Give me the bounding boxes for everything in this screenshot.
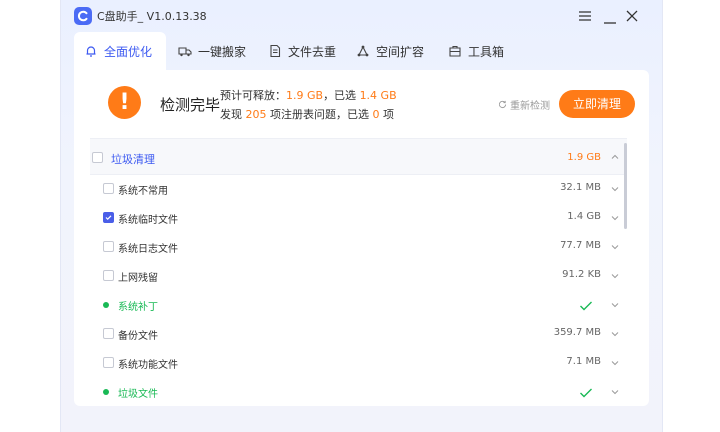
chevron-down-icon[interactable] xyxy=(611,272,619,280)
tab-label: 空间扩容 xyxy=(376,44,425,59)
item-checkbox[interactable] xyxy=(103,241,114,252)
scrollbar-thumb[interactable] xyxy=(624,143,627,229)
close-button[interactable] xyxy=(623,7,641,25)
chevron-down-icon[interactable] xyxy=(611,359,619,367)
item-checkbox[interactable] xyxy=(103,212,114,223)
tab-label: 一键搬家 xyxy=(198,44,247,59)
minimize-button[interactable] xyxy=(601,7,619,25)
rescan-button[interactable]: 重新检测 xyxy=(498,97,550,112)
registry-selected-count: 0 xyxy=(372,108,380,121)
list-item[interactable]: 上网残留 91.2 KB xyxy=(90,261,627,290)
release-summary: 预计可释放：1.9 GB，已选 1.4 GB xyxy=(220,89,397,102)
list-item[interactable]: 备份文件 359.7 MB xyxy=(90,319,627,348)
tab-one-click-move[interactable]: 一键搬家 xyxy=(168,32,258,70)
list-item[interactable]: 垃圾文件 xyxy=(90,377,627,406)
tab-bar: 全面优化 一键搬家 文件去重 空间扩容 工具箱 xyxy=(74,32,649,70)
menu-button[interactable] xyxy=(576,7,594,25)
tab-label: 文件去重 xyxy=(288,44,337,59)
main-panel: ! 检测完毕 预计可释放：1.9 GB，已选 1.4 GB 发现 205 项注册… xyxy=(74,70,649,406)
chevron-up-icon[interactable] xyxy=(611,153,619,161)
release-size: 1.9 GB xyxy=(286,89,324,102)
app-title: C盘助手_ V1.0.13.38 xyxy=(97,10,207,23)
menu-icon xyxy=(579,11,591,21)
warning-icon: ! xyxy=(108,86,141,119)
chevron-down-icon[interactable] xyxy=(611,301,619,309)
rescan-label: 重新检测 xyxy=(510,101,550,112)
chevron-down-icon[interactable] xyxy=(611,388,619,396)
item-checkbox[interactable] xyxy=(103,270,114,281)
item-label: 上网残留 xyxy=(118,273,158,284)
status-dot xyxy=(103,302,109,308)
checkmark-icon xyxy=(105,215,112,221)
item-label: 备份文件 xyxy=(118,331,158,342)
tab-toolbox[interactable]: 工具箱 xyxy=(438,32,518,70)
app-window: C盘助手_ V1.0.13.38 全面优化 一键搬家 文件去重 空间扩容 工具箱… xyxy=(60,0,663,432)
item-label: 系统补丁 xyxy=(118,302,158,313)
group-checkbox[interactable] xyxy=(92,152,103,163)
item-label: 系统临时文件 xyxy=(118,215,178,226)
group-size: 1.9 GB xyxy=(567,152,601,163)
refresh-icon xyxy=(498,100,507,109)
list-item[interactable]: 系统日志文件 77.7 MB xyxy=(90,232,627,261)
selected-size: 1.4 GB xyxy=(359,89,397,102)
bell-icon xyxy=(86,46,96,57)
list-item[interactable]: 系统补丁 xyxy=(90,290,627,319)
document-icon xyxy=(270,44,281,58)
item-label: 系统功能文件 xyxy=(118,360,178,371)
chevron-down-icon[interactable] xyxy=(611,243,619,251)
tab-label: 工具箱 xyxy=(468,44,505,59)
item-size: 1.4 GB xyxy=(567,211,601,222)
toolbox-icon xyxy=(449,45,461,57)
item-checkbox[interactable] xyxy=(103,328,114,339)
title-bar: C盘助手_ V1.0.13.38 xyxy=(61,0,662,32)
cleanup-list: 垃圾清理 1.9 GB 系统不常用 32.1 MB 系统临时文件 1.4 GB 系统日志… xyxy=(90,138,627,404)
status-dot xyxy=(103,389,109,395)
item-label: 系统不常用 xyxy=(118,186,168,197)
list-item[interactable]: 系统功能文件 7.1 MB xyxy=(90,348,627,377)
item-size: 359.7 MB xyxy=(553,327,601,338)
group-label: 垃圾清理 xyxy=(111,153,155,166)
check-icon xyxy=(579,384,593,403)
item-size: 91.2 KB xyxy=(562,269,601,280)
chevron-down-icon[interactable] xyxy=(611,330,619,338)
item-size: 7.1 MB xyxy=(566,356,601,367)
item-size: 32.1 MB xyxy=(560,182,601,193)
truck-icon xyxy=(178,47,192,57)
chevron-down-icon[interactable] xyxy=(611,214,619,222)
registry-summary: 发现 205 项注册表问题，已选 0 项 xyxy=(220,108,394,121)
list-item[interactable]: 系统不常用 32.1 MB xyxy=(90,174,627,203)
item-label: 系统日志文件 xyxy=(118,244,178,255)
registry-found-count: 205 xyxy=(245,108,267,121)
nodes-icon xyxy=(357,45,369,57)
app-logo-icon xyxy=(74,7,92,25)
chevron-down-icon[interactable] xyxy=(611,185,619,193)
junk-clean-group-header[interactable]: 垃圾清理 1.9 GB xyxy=(90,138,627,175)
close-icon xyxy=(626,10,638,22)
clean-now-button[interactable]: 立即清理 xyxy=(559,90,635,118)
item-checkbox[interactable] xyxy=(103,357,114,368)
item-size: 77.7 MB xyxy=(560,240,601,251)
tab-label: 全面优化 xyxy=(104,44,153,59)
tab-space-expand[interactable]: 空间扩容 xyxy=(346,32,438,70)
item-label: 垃圾文件 xyxy=(118,389,158,400)
item-checkbox[interactable] xyxy=(103,183,114,194)
scan-status-title: 检测完毕 xyxy=(160,96,221,114)
tab-file-dedup[interactable]: 文件去重 xyxy=(258,32,348,70)
tab-full-optimize[interactable]: 全面优化 xyxy=(74,32,166,70)
minimize-icon xyxy=(604,22,616,24)
check-icon xyxy=(579,297,593,316)
list-item[interactable]: 系统临时文件 1.4 GB xyxy=(90,203,627,232)
